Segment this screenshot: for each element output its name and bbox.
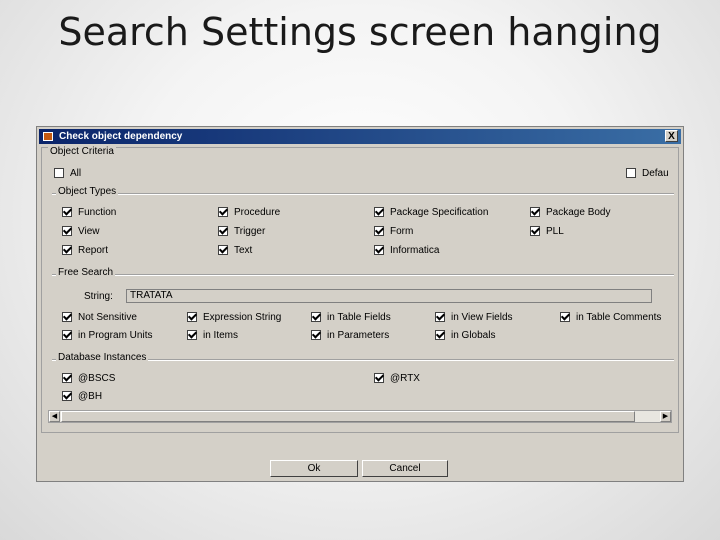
- checkbox-in-globals-label: in Globals: [451, 330, 496, 341]
- checkbox-text-label: Text: [234, 245, 253, 256]
- all-checkbox[interactable]: All: [54, 168, 81, 180]
- checkbox-package-body[interactable]: Package Body: [530, 207, 611, 219]
- checkbox-bscs-label: @BSCS: [78, 373, 116, 384]
- app-icon: [43, 132, 53, 141]
- all-checkbox-box[interactable]: [54, 168, 64, 178]
- horizontal-scrollbar[interactable]: ◀ ▶: [48, 410, 672, 423]
- checkbox-in-globals-box[interactable]: [435, 330, 445, 340]
- checkbox-function[interactable]: Function: [62, 207, 116, 219]
- ok-button[interactable]: Ok: [270, 460, 358, 477]
- criteria-panel: Object Criteria All Defau Object Types F…: [41, 146, 679, 433]
- checkbox-package-specification-label: Package Specification: [390, 207, 489, 218]
- checkbox-form-box[interactable]: [374, 226, 384, 236]
- slide-title: Search Settings screen hanging: [58, 10, 662, 54]
- scroll-thumb[interactable]: [61, 411, 635, 422]
- checkbox-text-box[interactable]: [218, 245, 228, 255]
- check-object-dependency-dialog: Check object dependency X Object Criteri…: [36, 126, 684, 482]
- default-checkbox-box[interactable]: [626, 168, 636, 178]
- database-instances-label: Database Instances: [56, 352, 149, 363]
- checkbox-in-table-fields-box[interactable]: [311, 312, 321, 322]
- checkbox-informatica-label: Informatica: [390, 245, 440, 256]
- checkbox-in-program-units-label: in Program Units: [78, 330, 153, 341]
- checkbox-in-parameters-box[interactable]: [311, 330, 321, 340]
- checkbox-not-sensitive-label: Not Sensitive: [78, 312, 137, 323]
- checkbox-expression-string[interactable]: Expression String: [187, 312, 281, 324]
- dialog-titlebar: Check object dependency X: [39, 129, 681, 144]
- checkbox-pll-label: PLL: [546, 226, 564, 237]
- checkbox-in-items-label: in Items: [203, 330, 239, 341]
- checkbox-in-table-fields-label: in Table Fields: [327, 312, 391, 323]
- checkbox-not-sensitive-box[interactable]: [62, 312, 72, 322]
- checkbox-report[interactable]: Report: [62, 245, 108, 257]
- cancel-button[interactable]: Cancel: [362, 460, 448, 477]
- default-checkbox[interactable]: Defau: [626, 168, 669, 180]
- checkbox-trigger-box[interactable]: [218, 226, 228, 236]
- checkbox-procedure[interactable]: Procedure: [218, 207, 280, 219]
- checkbox-in-view-fields-box[interactable]: [435, 312, 445, 322]
- checkbox-pll[interactable]: PLL: [530, 226, 564, 238]
- checkbox-rtx-box[interactable]: [374, 373, 384, 383]
- checkbox-in-table-comments-label: in Table Comments: [576, 312, 662, 323]
- checkbox-bscs-box[interactable]: [62, 373, 72, 383]
- scroll-right-icon[interactable]: ▶: [660, 411, 671, 422]
- checkbox-informatica[interactable]: Informatica: [374, 245, 439, 257]
- checkbox-in-parameters-label: in Parameters: [327, 330, 390, 341]
- checkbox-expression-string-label: Expression String: [203, 312, 282, 323]
- scroll-left-icon[interactable]: ◀: [49, 411, 60, 422]
- checkbox-in-items-box[interactable]: [187, 330, 197, 340]
- checkbox-package-body-label: Package Body: [546, 207, 611, 218]
- checkbox-informatica-box[interactable]: [374, 245, 384, 255]
- free-search-divider: [52, 274, 674, 276]
- checkbox-view-label: View: [78, 226, 100, 237]
- checkbox-bscs[interactable]: @BSCS: [62, 373, 115, 385]
- checkbox-report-box[interactable]: [62, 245, 72, 255]
- default-checkbox-label: Defau: [642, 168, 669, 179]
- checkbox-procedure-label: Procedure: [234, 207, 281, 218]
- object-criteria-label: Object Criteria: [48, 146, 116, 157]
- checkbox-rtx-label: @RTX: [390, 373, 420, 384]
- checkbox-bh-box[interactable]: [62, 391, 72, 401]
- checkbox-bh-label: @BH: [78, 391, 103, 402]
- free-search-label: Free Search: [56, 267, 116, 278]
- checkbox-procedure-box[interactable]: [218, 207, 228, 217]
- checkbox-trigger-label: Trigger: [234, 226, 266, 237]
- checkbox-text[interactable]: Text: [218, 245, 252, 257]
- checkbox-in-table-comments[interactable]: in Table Comments: [560, 312, 661, 324]
- checkbox-in-view-fields-label: in View Fields: [451, 312, 513, 323]
- checkbox-package-specification[interactable]: Package Specification: [374, 207, 488, 219]
- checkbox-view-box[interactable]: [62, 226, 72, 236]
- checkbox-in-globals[interactable]: in Globals: [435, 330, 495, 342]
- checkbox-function-box[interactable]: [62, 207, 72, 217]
- checkbox-not-sensitive[interactable]: Not Sensitive: [62, 312, 137, 324]
- checkbox-expression-string-box[interactable]: [187, 312, 197, 322]
- checkbox-in-program-units[interactable]: in Program Units: [62, 330, 152, 342]
- search-string-input[interactable]: TRATATA: [126, 289, 652, 303]
- checkbox-in-view-fields[interactable]: in View Fields: [435, 312, 513, 324]
- dialog-title: Check object dependency: [59, 131, 183, 142]
- checkbox-report-label: Report: [78, 245, 109, 256]
- checkbox-function-label: Function: [78, 207, 117, 218]
- checkbox-pll-box[interactable]: [530, 226, 540, 236]
- checkbox-bh[interactable]: @BH: [62, 391, 102, 403]
- checkbox-in-items[interactable]: in Items: [187, 330, 238, 342]
- checkbox-view[interactable]: View: [62, 226, 100, 238]
- checkbox-in-parameters[interactable]: in Parameters: [311, 330, 389, 342]
- all-checkbox-label: All: [70, 168, 82, 179]
- checkbox-form[interactable]: Form: [374, 226, 413, 238]
- checkbox-package-specification-box[interactable]: [374, 207, 384, 217]
- close-button[interactable]: X: [665, 130, 678, 142]
- checkbox-in-program-units-box[interactable]: [62, 330, 72, 340]
- checkbox-in-table-fields[interactable]: in Table Fields: [311, 312, 391, 324]
- checkbox-trigger[interactable]: Trigger: [218, 226, 265, 238]
- object-types-divider: [52, 193, 674, 195]
- checkbox-in-table-comments-box[interactable]: [560, 312, 570, 322]
- string-label: String:: [84, 291, 113, 302]
- checkbox-form-label: Form: [390, 226, 414, 237]
- checkbox-rtx[interactable]: @RTX: [374, 373, 420, 385]
- object-types-label: Object Types: [56, 186, 119, 197]
- close-icon: X: [668, 131, 675, 142]
- checkbox-package-body-box[interactable]: [530, 207, 540, 217]
